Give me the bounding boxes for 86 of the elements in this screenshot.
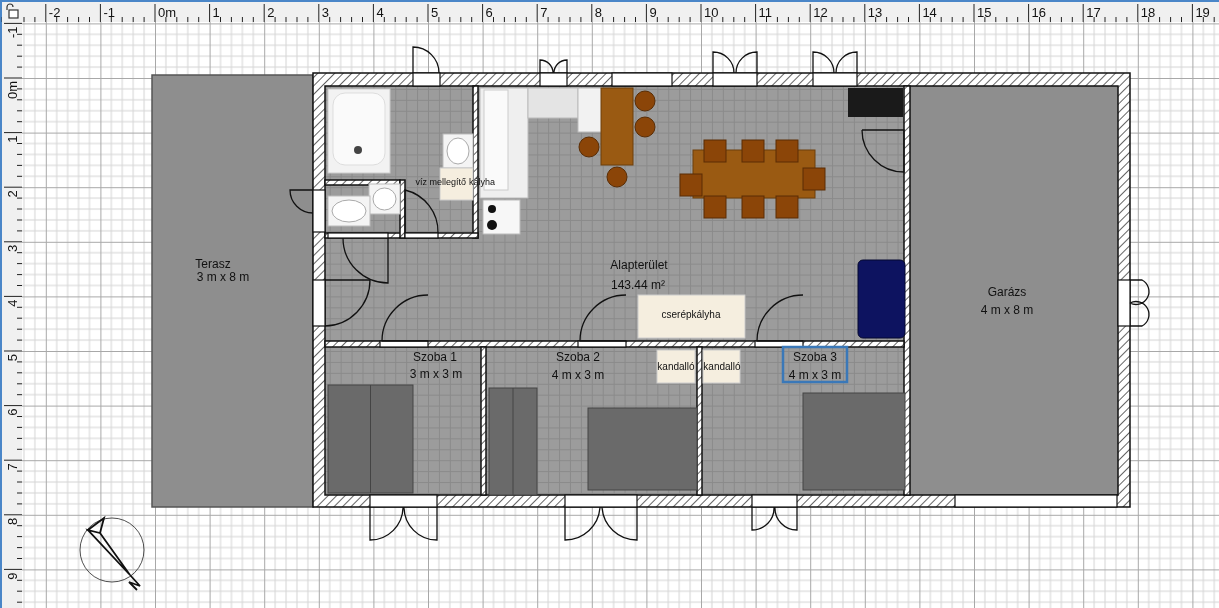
opening-drawing [611, 72, 673, 87]
opening-drawing [751, 494, 798, 508]
ruler-label: 15 [977, 5, 992, 20]
door-drawing [539, 59, 568, 74]
room-name: Garázs [987, 285, 1027, 299]
ruler-label: 19 [1195, 5, 1210, 20]
sink-drawing [368, 183, 401, 215]
door-drawing [861, 129, 905, 173]
room-size: 4 m x 8 m [980, 303, 1034, 317]
opening-drawing [712, 72, 758, 87]
ruler-label: 4 [5, 299, 20, 307]
ruler-label: 6 [5, 408, 20, 416]
ruler-label: 13 [867, 5, 883, 20]
ruler-label: 8 [594, 5, 603, 20]
ruler-label: 0m [5, 81, 20, 100]
opening-drawing [412, 72, 441, 87]
door-drawing [812, 51, 858, 74]
ruler-label: 12 [813, 5, 828, 20]
ruler-label: 9 [649, 5, 657, 20]
ruler-label: 10 [704, 5, 719, 20]
selection-frame[interactable] [781, 345, 849, 384]
ruler-label: -1 [103, 5, 115, 20]
ruler-label: 8 [5, 517, 20, 526]
door-drawing [712, 51, 758, 74]
ruler-label: 1 [5, 135, 20, 143]
furniture-label: kandalló [657, 361, 695, 372]
ruler-label: 6 [485, 5, 493, 20]
room-name: Terasz [195, 257, 231, 271]
ruler-label: 18 [1140, 5, 1156, 20]
ruler-label: -2 [48, 5, 61, 20]
opening-drawing [312, 279, 326, 327]
opening-drawing [1117, 279, 1131, 327]
ruler-label: 11 [758, 5, 773, 20]
door-drawing [404, 189, 439, 234]
furniture-label: kandalló [703, 361, 741, 372]
door-drawing [324, 279, 371, 327]
opening-drawing [404, 232, 439, 239]
opening-drawing [812, 72, 858, 87]
door-drawing [579, 294, 627, 342]
door-drawing [381, 294, 429, 342]
fireplace-drawing [702, 349, 741, 384]
furniture-label: víz mellegítő [415, 177, 466, 187]
opening-drawing [754, 340, 804, 348]
ruler-label: 2 [5, 190, 20, 198]
lock-icon[interactable] [6, 3, 19, 19]
ruler-label: 5 [5, 354, 20, 362]
ruler-label: 0m [158, 5, 177, 20]
ruler-label: 16 [1031, 5, 1047, 20]
fireplace-drawing [656, 349, 696, 384]
door-drawing [1129, 279, 1150, 327]
room-size: 143.44 m² [611, 278, 665, 292]
room-size: 4 m x 3 m [788, 368, 842, 382]
ruler-label: 1 [212, 5, 220, 20]
ruler-label: 2 [267, 5, 275, 20]
fireplace-drawing [848, 88, 903, 117]
furniture-label: cserépkályha [661, 309, 721, 320]
door-drawing [751, 506, 798, 531]
door-drawing [289, 189, 314, 214]
opening-drawing [539, 72, 568, 87]
door-drawing [412, 46, 440, 74]
opening-drawing [369, 494, 438, 508]
ruler-label: 14 [922, 5, 937, 20]
room-size: 3 m x 3 m [409, 367, 463, 381]
ruler-label: 7 [5, 463, 20, 471]
room-name: Szoba 3 [793, 350, 837, 364]
ruler-label: 5 [431, 5, 439, 20]
sink-drawing [442, 133, 474, 169]
ruler-label: 17 [1086, 5, 1101, 20]
room-name: Szoba 1 [413, 350, 457, 364]
room-size: 3 m x 8 m [196, 270, 250, 284]
ruler-label: 9 [5, 572, 20, 580]
ruler-label: 7 [540, 5, 548, 20]
ruler-label: 3 [321, 5, 330, 20]
opening-drawing [577, 340, 627, 348]
door-drawing [342, 237, 389, 284]
toilet-drawing [327, 195, 371, 227]
stove-drawing [482, 199, 521, 235]
door-drawing [369, 506, 438, 541]
ruler-label: -1 [5, 26, 20, 38]
room-size: 4 m x 3 m [551, 368, 605, 382]
room-name: Alapterület [610, 258, 668, 272]
ruler-label: 4 [376, 5, 384, 20]
opening-drawing [379, 340, 429, 348]
room-name: Szoba 2 [556, 350, 600, 364]
ruler-label: 3 [5, 244, 20, 253]
door-drawing [756, 294, 804, 342]
